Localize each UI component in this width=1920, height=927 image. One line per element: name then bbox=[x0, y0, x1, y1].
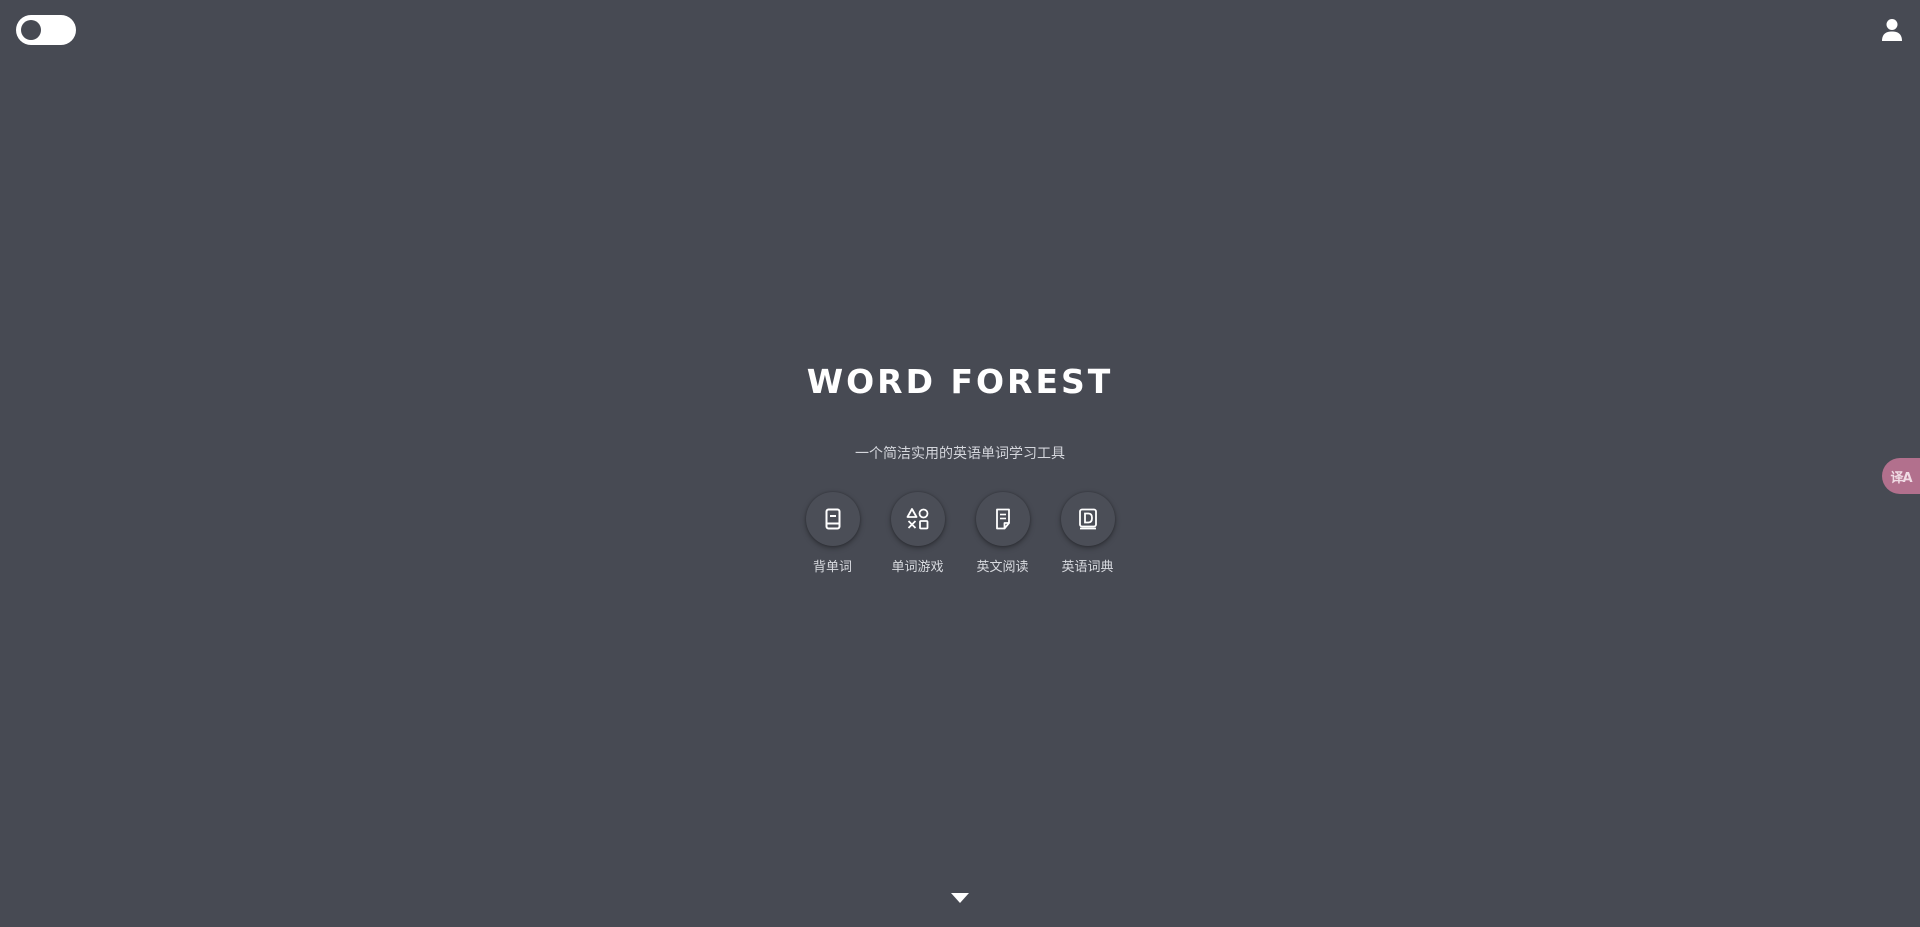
feature-english-reading-button[interactable] bbox=[975, 492, 1030, 546]
theme-toggle[interactable] bbox=[16, 15, 76, 45]
feature-english-dictionary-button[interactable] bbox=[1060, 492, 1115, 546]
page-subtitle: 一个简洁实用的英语单词学习工具 bbox=[855, 446, 1065, 462]
document-icon bbox=[995, 508, 1010, 530]
feature-english-reading[interactable]: 英文阅读 bbox=[960, 492, 1045, 575]
feature-word-games-button[interactable] bbox=[890, 492, 945, 546]
shapes-icon bbox=[906, 508, 928, 530]
feature-english-dictionary[interactable]: 英语词典 bbox=[1045, 492, 1130, 575]
feature-memorize-words-button[interactable] bbox=[805, 492, 860, 546]
dictionary-icon bbox=[1078, 508, 1097, 530]
landing-page: WORD FOREST 一个简洁实用的英语单词学习工具 背单词 单词游戏 英文阅… bbox=[0, 0, 1920, 927]
caret-down-icon[interactable] bbox=[951, 889, 969, 903]
translate-button[interactable]: 译A bbox=[1882, 458, 1920, 494]
feature-word-games[interactable]: 单词游戏 bbox=[875, 492, 960, 575]
user-icon[interactable] bbox=[1881, 18, 1903, 42]
theme-toggle-knob bbox=[21, 20, 41, 40]
feature-label: 英语词典 bbox=[1061, 560, 1114, 575]
feature-list: 背单词 单词游戏 英文阅读 英语词典 bbox=[790, 492, 1130, 582]
feature-label: 单词游戏 bbox=[891, 560, 944, 575]
feature-label: 背单词 bbox=[812, 560, 852, 575]
feature-memorize-words[interactable]: 背单词 bbox=[790, 492, 875, 575]
translate-icon: 译A bbox=[1890, 470, 1912, 486]
feature-label: 英文阅读 bbox=[976, 560, 1029, 575]
book-icon bbox=[825, 508, 840, 530]
page-title: WORD FOREST bbox=[806, 362, 1114, 401]
